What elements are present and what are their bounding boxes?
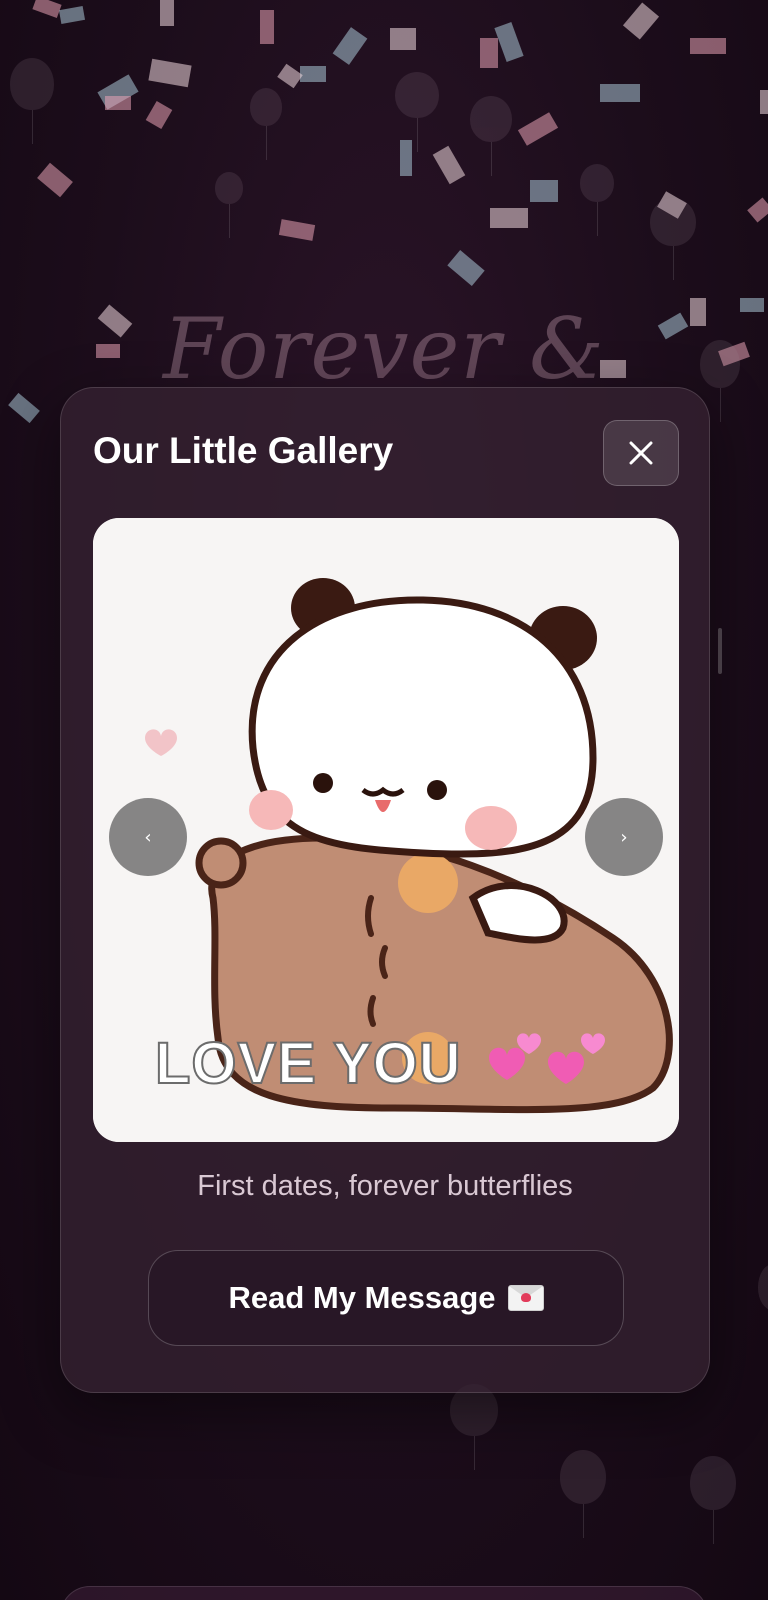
confetti-piece: [490, 208, 528, 228]
confetti-piece: [600, 84, 640, 102]
background-heading: Forever &: [163, 300, 605, 398]
close-icon: [629, 441, 653, 465]
confetti-piece: [517, 112, 559, 146]
page-background: Forever & Our Little Gallery LOVE YOU ‹ …: [0, 0, 768, 1600]
confetti-piece: [747, 197, 768, 223]
confetti-piece: [300, 66, 326, 82]
balloon: [690, 1456, 736, 1544]
confetti-piece: [278, 219, 316, 241]
gallery-image: LOVE YOU ‹ ›: [93, 518, 679, 1142]
image-overlay-text: LOVE YOU: [154, 1030, 462, 1097]
close-button[interactable]: [603, 420, 679, 486]
confetti-piece: [260, 10, 274, 44]
confetti-piece: [622, 2, 660, 40]
confetti-piece: [97, 74, 139, 110]
read-message-button[interactable]: Read My Message: [148, 1250, 624, 1346]
confetti-piece: [332, 27, 368, 65]
chevron-right-icon: ›: [620, 826, 628, 848]
chevron-left-icon: ‹: [144, 826, 152, 848]
confetti-piece: [37, 162, 73, 198]
envelope-icon: [507, 1285, 544, 1311]
balloon: [650, 198, 696, 280]
confetti-piece: [432, 145, 466, 185]
balloon: [10, 58, 54, 144]
confetti-piece: [148, 58, 192, 88]
confetti-piece: [760, 90, 768, 114]
next-card-edge: [60, 1586, 708, 1600]
balloon: [470, 96, 512, 176]
confetti-piece: [400, 140, 412, 176]
confetti-piece: [530, 180, 558, 202]
balloon: [758, 1264, 768, 1310]
confetti-piece: [690, 38, 726, 54]
confetti-piece: [480, 38, 498, 68]
confetti-piece: [105, 96, 131, 110]
balloon: [580, 164, 614, 236]
modal-title: Our Little Gallery: [93, 430, 394, 471]
confetti-piece: [58, 6, 86, 24]
confetti-piece: [277, 63, 303, 89]
confetti-piece: [447, 250, 485, 286]
confetti-piece: [390, 28, 416, 50]
balloon: [250, 88, 282, 160]
image-caption: First dates, forever butterflies: [197, 1170, 573, 1202]
confetti-piece: [145, 100, 173, 130]
confetti-piece: [657, 191, 687, 219]
scroll-indicator: [718, 628, 722, 674]
read-message-label: Read My Message: [228, 1280, 496, 1315]
previous-image-button[interactable]: ‹: [109, 798, 187, 876]
balloon: [560, 1450, 606, 1538]
balloon: [215, 172, 243, 238]
confetti-piece: [32, 0, 62, 19]
balloon: [395, 72, 439, 152]
next-image-button[interactable]: ›: [585, 798, 663, 876]
confetti-piece: [160, 0, 174, 26]
confetti-piece: [494, 22, 524, 62]
gallery-modal: Our Little Gallery LOVE YOU ‹ › First da…: [60, 387, 710, 1393]
